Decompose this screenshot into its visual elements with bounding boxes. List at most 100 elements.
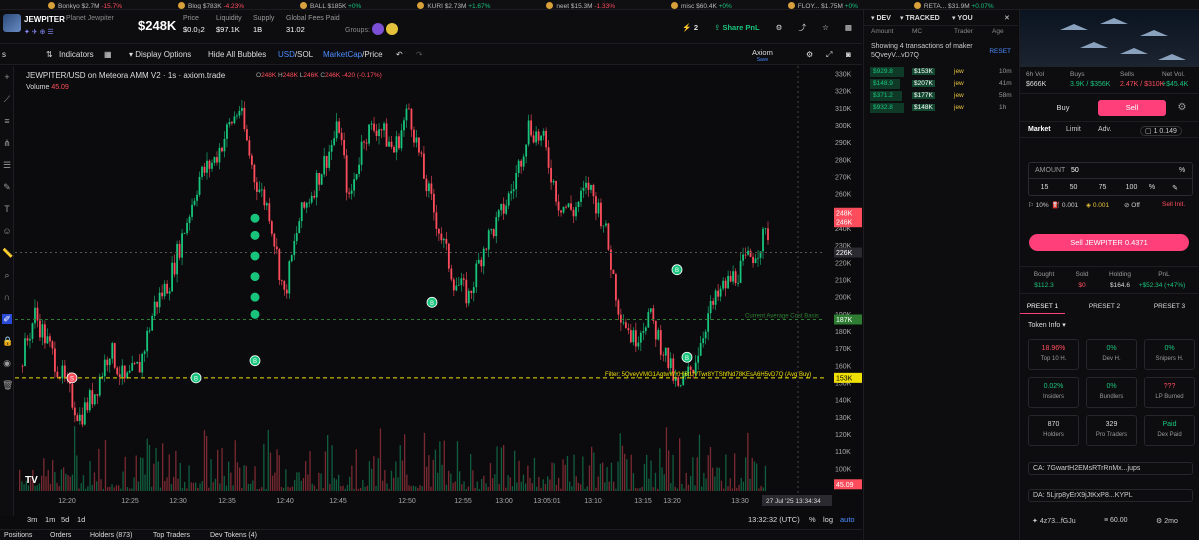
redo-icon[interactable]: ↷ xyxy=(416,50,423,59)
dev-bubble[interactable] xyxy=(249,212,261,224)
chart-settings-icon[interactable]: ⚙ xyxy=(806,50,813,59)
fib-icon[interactable]: ☰ xyxy=(2,160,12,170)
grid-icon[interactable]: ▦ xyxy=(845,23,852,32)
lock-icon[interactable]: 🔒 xyxy=(2,336,13,346)
dev-bubble[interactable] xyxy=(249,250,261,262)
trash-icon[interactable]: 🗑 xyxy=(2,380,13,390)
tab-orders[interactable]: Orders xyxy=(50,532,71,539)
pencil-icon[interactable]: ✐ xyxy=(2,314,12,324)
groups[interactable]: Groups: xyxy=(345,23,398,35)
contract-address[interactable]: CA: 7GwartH2EMsRTrRnMx...jups xyxy=(1028,462,1193,475)
dev-wallet[interactable]: ✦ 4z73...fGJu xyxy=(1032,517,1076,525)
dev-bubble[interactable] xyxy=(249,229,261,241)
trade-row[interactable]: $932.8 $148K jew 1h xyxy=(864,102,1018,114)
screenshot-icon[interactable]: ◙ xyxy=(846,50,851,59)
log-toggle[interactable]: log xyxy=(823,515,833,524)
trade-trader[interactable]: jew xyxy=(954,68,964,75)
layout-icon[interactable]: ▦ xyxy=(104,50,112,59)
zoom-icon[interactable]: ⌕ xyxy=(2,270,12,280)
token-info-header[interactable]: Token Info ▾ xyxy=(1028,321,1066,329)
buy-tab[interactable]: Buy xyxy=(1028,100,1098,116)
social-icons[interactable]: ✦ ✈ ⊕ ☰ xyxy=(24,28,54,36)
tab-tracked[interactable]: ▾ TRACKED xyxy=(900,14,940,22)
tab-holders[interactable]: Holders (873) xyxy=(90,532,132,539)
share-pnl-button[interactable]: ⇪ Share PnL xyxy=(714,23,759,32)
ruler-icon[interactable]: 📏 xyxy=(2,248,13,258)
dev-address[interactable]: DA: 5Ljrp8yErX9jJtKxP8...KYPL xyxy=(1028,489,1193,502)
crosshair-icon[interactable]: + xyxy=(2,72,12,82)
magnet-icon[interactable]: ∩ xyxy=(2,292,12,302)
range-1d[interactable]: 1d xyxy=(77,515,85,524)
axiom-save[interactable]: Axiom Save xyxy=(752,48,773,63)
pitchfork-icon[interactable]: ⋔ xyxy=(2,138,12,148)
ticker-item[interactable]: misc $60.4K +0% xyxy=(671,2,732,9)
group-icon[interactable] xyxy=(385,23,398,35)
preset-2[interactable]: PRESET 2 xyxy=(1082,303,1127,310)
range-1m[interactable]: 1m xyxy=(45,515,55,524)
close-icon[interactable]: ✕ xyxy=(1004,14,1010,22)
quick-amount[interactable]: 15 xyxy=(1031,184,1058,191)
slippage[interactable]: ⚐ 10% xyxy=(1028,201,1049,209)
brush-icon[interactable]: ✎ xyxy=(2,182,12,192)
ticker-item[interactable]: FLOY... $1.75M +0% xyxy=(787,2,858,9)
trade-trader[interactable]: jew xyxy=(954,80,964,87)
sell-button[interactable]: Sell JEWPITER 0.4371 xyxy=(1029,234,1189,251)
preset-3[interactable]: PRESET 3 xyxy=(1147,303,1192,310)
range-3m[interactable]: 3m xyxy=(27,515,37,524)
indicators-icon[interactable]: ⇅ xyxy=(46,50,53,59)
emoji-icon[interactable]: ☺ xyxy=(2,226,12,236)
priority-fee[interactable]: ⛽ 0.001 xyxy=(1052,201,1078,209)
indicators-button[interactable]: Indicators xyxy=(59,50,94,59)
edit-icon[interactable]: ✎ xyxy=(1165,184,1185,192)
preset-1[interactable]: PRESET 1 xyxy=(1020,303,1065,314)
chart-canvas[interactable]: 90K100K110K120K130K140K150K160K170K180K1… xyxy=(15,66,862,518)
tab-market[interactable]: Market xyxy=(1028,126,1051,133)
auto-toggle[interactable]: auto xyxy=(840,515,855,524)
ticker-item[interactable]: BALL $185K +0% xyxy=(300,2,361,9)
wallet-selector[interactable]: ▢ 1 0.149 xyxy=(1140,126,1182,136)
tab-top-traders[interactable]: Top Traders xyxy=(153,532,190,539)
tab-positions[interactable]: Positions xyxy=(4,532,32,539)
dev-bubble[interactable] xyxy=(249,291,261,303)
eye-icon[interactable]: ◉ xyxy=(2,358,12,368)
percent-toggle[interactable]: % xyxy=(809,515,816,524)
sell-tab[interactable]: Sell xyxy=(1098,100,1166,116)
horizontal-line-icon[interactable]: ≡ xyxy=(2,116,12,126)
timeframe-label[interactable]: s xyxy=(2,50,6,59)
fullscreen-icon[interactable]: ⤢ xyxy=(826,50,832,60)
ticker-item[interactable]: Blog $783K -4.23% xyxy=(178,2,244,9)
dev-bubble[interactable] xyxy=(249,308,261,320)
settings-icon[interactable]: ⚙ xyxy=(776,23,783,32)
currency-toggle[interactable]: USD/SOL xyxy=(278,50,313,59)
trendline-icon[interactable]: ⟋ xyxy=(2,94,12,104)
star-icon[interactable]: ☆ xyxy=(822,23,829,32)
text-icon[interactable]: T xyxy=(2,204,12,214)
bribe[interactable]: ◈ 0.001 xyxy=(1086,201,1109,209)
ticker-item[interactable]: Bonkyo $2.7M -15.7% xyxy=(48,2,122,9)
tab-dev[interactable]: ▾ DEV xyxy=(871,14,891,22)
tab-you[interactable]: ▾ YOU xyxy=(952,14,973,22)
gear-icon[interactable]: ⚙ xyxy=(1174,100,1190,116)
trade-trader[interactable]: jew xyxy=(954,104,964,111)
trade-trader[interactable]: jew xyxy=(954,92,964,99)
hide-bubbles-button[interactable]: Hide All Bubbles xyxy=(208,50,266,59)
quick-amount[interactable]: 50 xyxy=(1060,184,1087,191)
ticker-item[interactable]: neet $15.3M -1.33% xyxy=(546,2,615,9)
range-5d[interactable]: 5d xyxy=(61,515,69,524)
price-chart[interactable]: 90K100K110K120K130K140K150K160K170K180K1… xyxy=(15,66,862,518)
quick-amount[interactable]: 100 xyxy=(1118,184,1145,191)
display-options-button[interactable]: ▾ Display Options xyxy=(129,50,191,59)
tab-adv[interactable]: Adv. xyxy=(1098,126,1112,133)
mev-toggle[interactable]: ⊘ Off xyxy=(1124,201,1140,209)
sell-init-toggle[interactable]: Sell Init. xyxy=(1162,201,1185,208)
mode-toggle[interactable]: MarketCap/Price xyxy=(323,50,383,59)
amount-input-box[interactable]: AMOUNT 50 % 15 50 75 100 % ✎ xyxy=(1028,162,1193,196)
tab-dev-tokens[interactable]: Dev Tokens (4) xyxy=(210,532,257,539)
watch-count[interactable]: ⚡ 2 xyxy=(682,23,698,32)
undo-icon[interactable]: ↶ xyxy=(396,50,403,59)
trade-row[interactable]: $371.2 $177K jew 58m xyxy=(864,90,1018,102)
quick-amount[interactable]: % xyxy=(1145,184,1159,191)
ticker-item[interactable]: RETA... $31.9M +0.07% xyxy=(913,2,994,9)
ticker-item[interactable]: KURI $2.73M +1.67% xyxy=(417,2,490,9)
dev-bubble[interactable] xyxy=(249,271,261,283)
